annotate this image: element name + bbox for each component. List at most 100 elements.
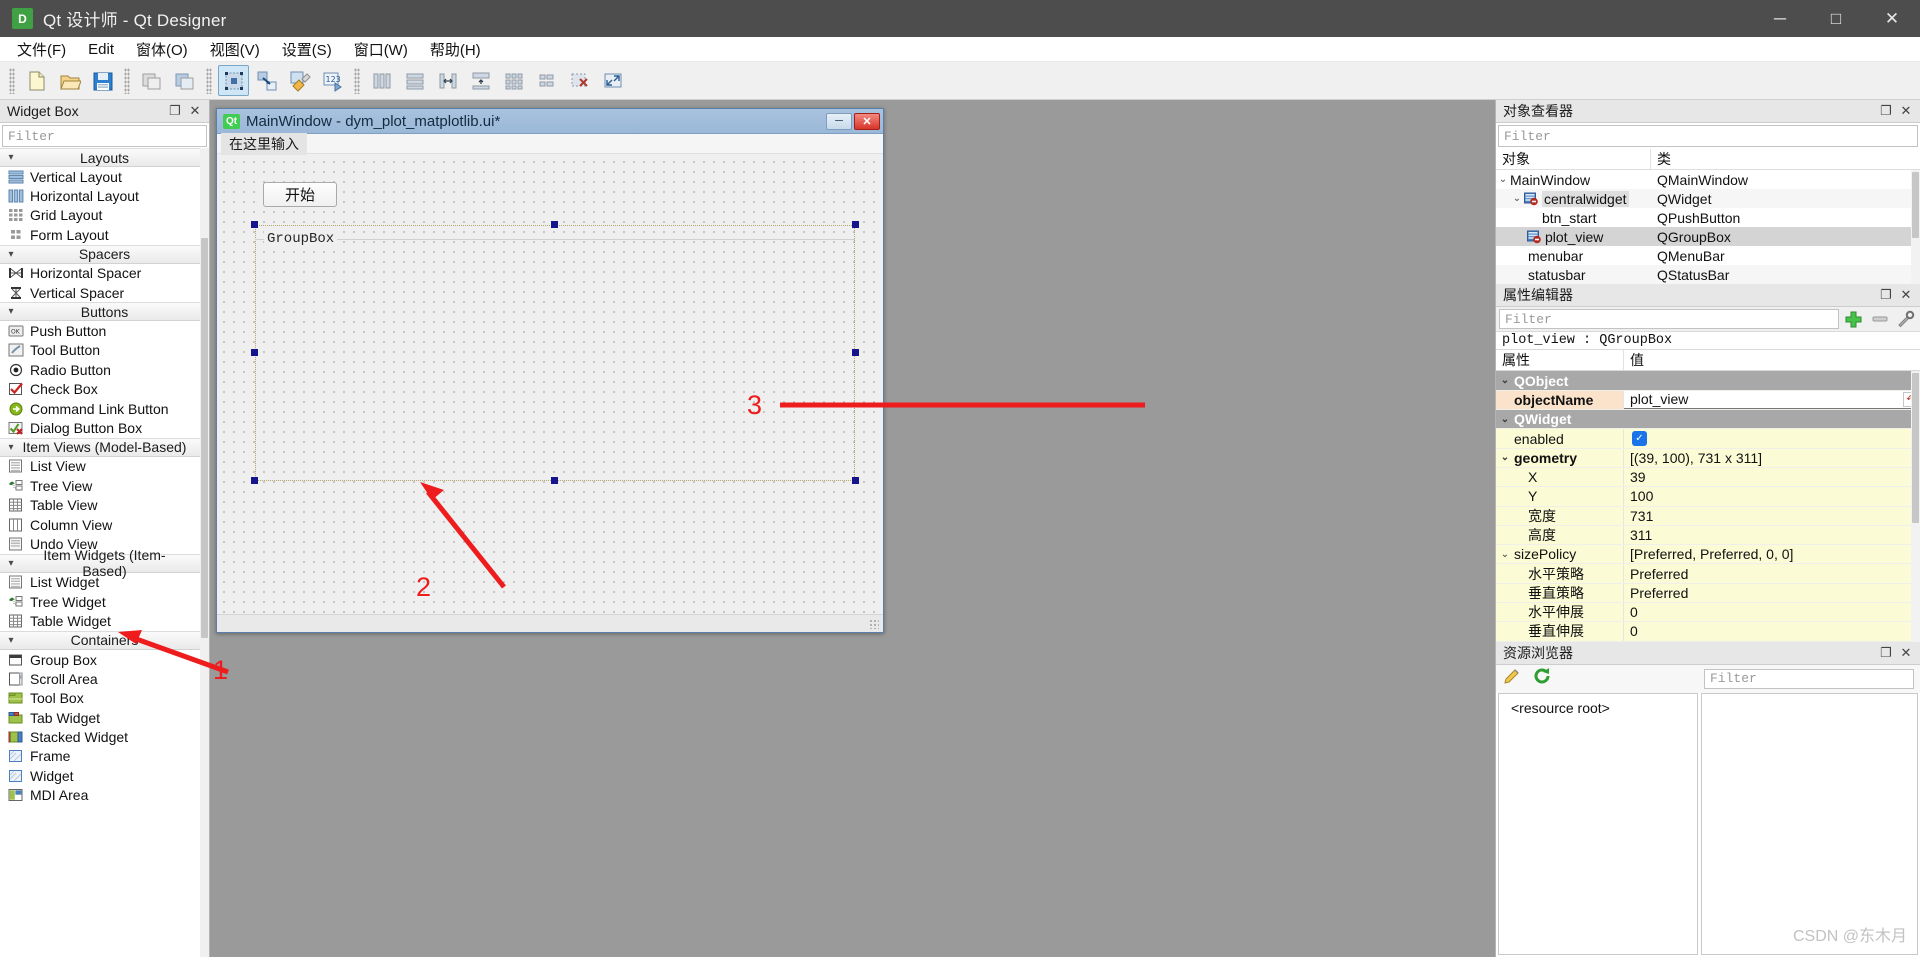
- property-group-qwidget[interactable]: ⌄ QWidget: [1496, 410, 1920, 430]
- undo-icon[interactable]: [136, 65, 167, 96]
- widget-item-tree-widget[interactable]: Tree Widget: [0, 592, 209, 611]
- resource-filter-input[interactable]: Filter: [1704, 668, 1914, 689]
- form-menu-bar[interactable]: 在这里输入: [217, 132, 883, 155]
- menu-view[interactable]: 视图(V): [199, 36, 271, 63]
- chevron-down-icon[interactable]: ⌄: [1496, 375, 1514, 386]
- property-row-vertical-stretch[interactable]: 垂直伸展 0: [1496, 622, 1920, 642]
- object-inspector-scrollbar[interactable]: [1911, 170, 1920, 285]
- chevron-down-icon[interactable]: ⌄: [1496, 452, 1514, 463]
- form-menu-placeholder[interactable]: 在这里输入: [221, 132, 307, 155]
- widget-item-tool-box[interactable]: Tool Box: [0, 689, 209, 708]
- property-row-x[interactable]: X 39: [1496, 467, 1920, 488]
- widget-item-vertical-layout[interactable]: Vertical Layout: [0, 167, 209, 186]
- menu-file[interactable]: 文件(F): [6, 36, 77, 63]
- chevron-down-icon[interactable]: ⌄: [1510, 193, 1524, 204]
- property-row-geometry[interactable]: ⌄ geometry [(39, 100), 731 x 311]: [1496, 448, 1920, 468]
- property-row-height[interactable]: 高度 311: [1496, 525, 1920, 546]
- widget-box-scrollbar[interactable]: [200, 148, 209, 957]
- break-layout-icon[interactable]: [564, 65, 595, 96]
- widget-item-tool-button[interactable]: Tool Button: [0, 341, 209, 360]
- configure-property-icon[interactable]: [1895, 309, 1917, 329]
- widget-item-horizontal-layout[interactable]: Horizontal Layout: [0, 186, 209, 205]
- property-row-horizontal-policy[interactable]: 水平策略 Preferred: [1496, 564, 1920, 584]
- resource-root-item[interactable]: <resource root>: [1511, 700, 1697, 716]
- add-property-icon[interactable]: [1843, 309, 1865, 329]
- widget-box-list[interactable]: ▾ Layouts Vertical Layout Horizontal Lay…: [0, 148, 209, 957]
- widget-item-vertical-spacer[interactable]: Vertical Spacer: [0, 283, 209, 302]
- minimize-button[interactable]: ─: [1752, 0, 1808, 37]
- form-canvas[interactable]: 开始 GroupBox: [217, 155, 883, 614]
- edit-signals-slots-icon[interactable]: [251, 65, 282, 96]
- widget-item-command-link-button[interactable]: Command Link Button: [0, 399, 209, 418]
- object-inspector-filter-input[interactable]: Filter: [1498, 125, 1918, 147]
- adjust-size-icon[interactable]: [597, 65, 628, 96]
- toolbar-grip[interactable]: [9, 67, 15, 94]
- widget-box-category-layouts[interactable]: ▾ Layouts: [0, 148, 209, 167]
- form-window[interactable]: Qt MainWindow - dym_plot_matplotlib.ui* …: [216, 108, 884, 633]
- form-minimize-button[interactable]: ─: [826, 112, 852, 130]
- table-row[interactable]: ⌄ MainWindow QMainWindow: [1496, 170, 1920, 189]
- property-value[interactable]: 0: [1624, 622, 1920, 640]
- widget-item-frame[interactable]: Frame: [0, 747, 209, 766]
- widget-box-category-item-views[interactable]: ▾ Item Views (Model-Based): [0, 437, 209, 457]
- menu-form[interactable]: 窗体(O): [125, 36, 199, 63]
- widget-item-tab-widget[interactable]: Tab Widget: [0, 708, 209, 727]
- table-row[interactable]: menubar QMenuBar: [1496, 246, 1920, 265]
- layout-splitter-vertical-icon[interactable]: [465, 65, 496, 96]
- maximize-button[interactable]: □: [1808, 0, 1864, 37]
- property-row-vertical-policy[interactable]: 垂直策略 Preferred: [1496, 583, 1920, 604]
- widget-item-check-box[interactable]: Check Box: [0, 380, 209, 399]
- property-value[interactable]: 0: [1624, 603, 1920, 621]
- widget-box-category-containers[interactable]: ▾ Containers: [0, 630, 209, 650]
- scrollbar-thumb[interactable]: [1912, 172, 1919, 238]
- property-group-qobject[interactable]: ⌄ QObject: [1496, 371, 1920, 391]
- table-row[interactable]: ⌄ centralwidget QWidget: [1496, 189, 1920, 208]
- size-grip-icon[interactable]: [869, 619, 879, 629]
- property-row-width[interactable]: 宽度 731: [1496, 506, 1920, 526]
- widget-box-category-item-widgets[interactable]: ▾ Item Widgets (Item-Based): [0, 547, 209, 579]
- form-canvas-groupbox[interactable]: GroupBox: [251, 221, 859, 484]
- chevron-down-icon[interactable]: ⌄: [1496, 549, 1514, 560]
- menu-edit[interactable]: Edit: [77, 38, 125, 61]
- scrollbar-thumb[interactable]: [201, 238, 208, 638]
- menu-settings[interactable]: 设置(S): [271, 36, 343, 63]
- resize-handle-nw[interactable]: [251, 221, 258, 228]
- layout-splitter-horizontal-icon[interactable]: [432, 65, 463, 96]
- property-editor-table[interactable]: ⌄QObject objectName plot_view ↶ ⌄QWidget: [1496, 371, 1920, 642]
- resize-handle-se[interactable]: [852, 477, 859, 484]
- property-value[interactable]: [(39, 100), 731 x 311]: [1624, 449, 1920, 467]
- widget-item-list-view[interactable]: List View: [0, 457, 209, 476]
- pencil-icon[interactable]: [1502, 666, 1522, 691]
- close-icon[interactable]: ✕: [185, 102, 205, 121]
- layout-horizontally-icon[interactable]: [366, 65, 397, 96]
- table-row[interactable]: statusbar QStatusBar: [1496, 265, 1920, 284]
- form-close-button[interactable]: ✕: [854, 112, 880, 130]
- widget-item-column-view[interactable]: Column View: [0, 515, 209, 534]
- property-value[interactable]: 39: [1624, 468, 1920, 486]
- layout-form-icon[interactable]: [531, 65, 562, 96]
- widget-item-tree-view[interactable]: Tree View: [0, 476, 209, 495]
- group-box-widget-box-item[interactable]: Group Box: [0, 650, 209, 669]
- property-value[interactable]: Preferred: [1624, 564, 1920, 582]
- save-file-icon[interactable]: [87, 65, 118, 96]
- resize-handle-s[interactable]: [551, 477, 558, 484]
- resize-handle-ne[interactable]: [852, 221, 859, 228]
- edit-widgets-icon[interactable]: [218, 65, 249, 96]
- widget-item-table-widget[interactable]: Table Widget: [0, 611, 209, 630]
- property-filter-input[interactable]: Filter: [1499, 309, 1839, 330]
- new-file-icon[interactable]: [21, 65, 52, 96]
- reload-icon[interactable]: [1532, 666, 1552, 691]
- property-editor-scrollbar[interactable]: [1911, 371, 1920, 642]
- property-row-y[interactable]: Y 100: [1496, 487, 1920, 507]
- menu-help[interactable]: 帮助(H): [419, 36, 492, 63]
- property-row-horizontal-stretch[interactable]: 水平伸展 0: [1496, 603, 1920, 623]
- widget-item-scroll-area[interactable]: Scroll Area: [0, 669, 209, 688]
- close-icon[interactable]: ✕: [1896, 286, 1916, 305]
- widget-item-grid-layout[interactable]: Grid Layout: [0, 206, 209, 225]
- redo-icon[interactable]: [169, 65, 200, 96]
- toolbar-grip-3[interactable]: [206, 67, 212, 94]
- widget-item-form-layout[interactable]: Form Layout: [0, 225, 209, 244]
- widget-item-widget[interactable]: Widget: [0, 766, 209, 785]
- close-icon[interactable]: ✕: [1896, 102, 1916, 121]
- widget-item-mdi-area[interactable]: MDI Area: [0, 786, 209, 805]
